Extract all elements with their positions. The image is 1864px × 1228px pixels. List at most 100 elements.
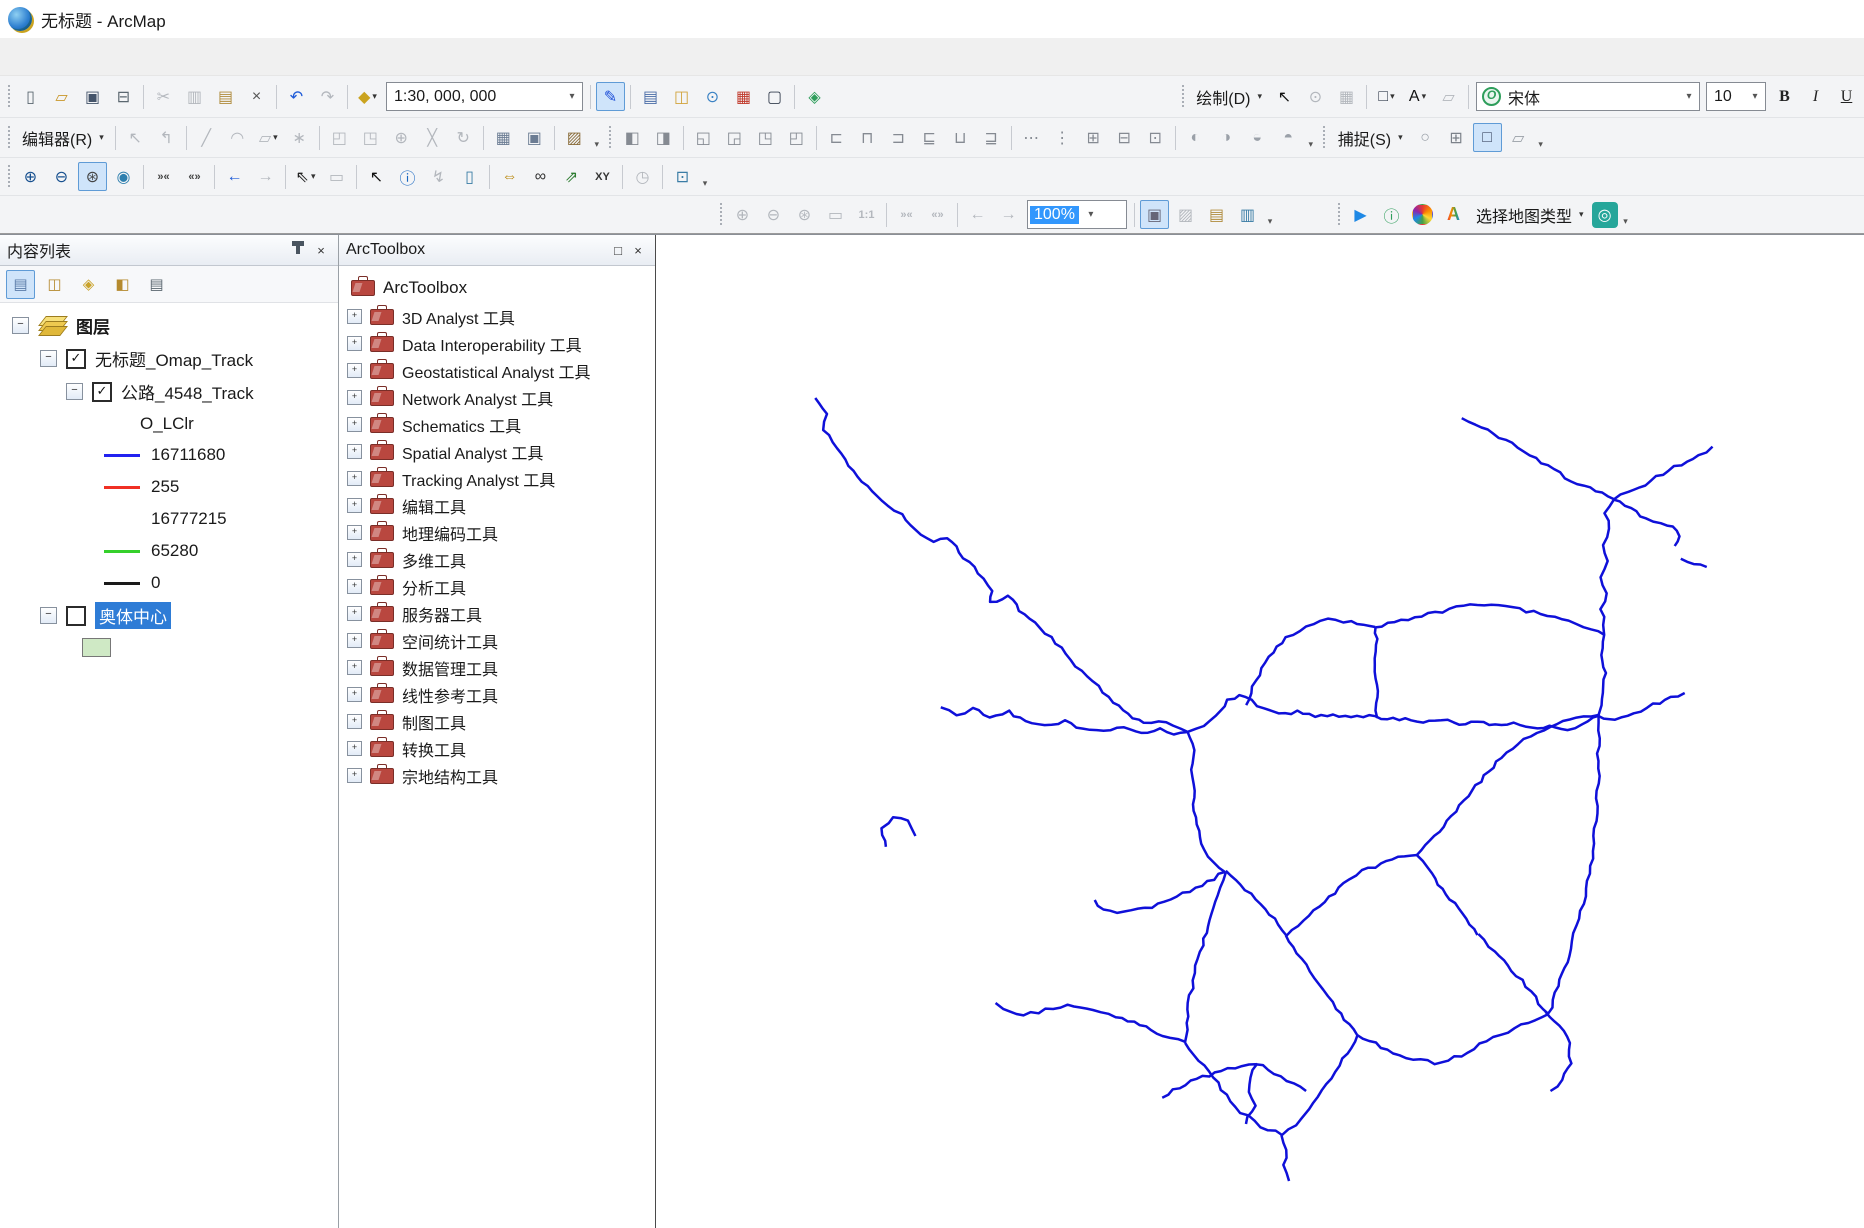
- align-right-button[interactable]: ⊐: [884, 123, 913, 152]
- arctoolbox-button[interactable]: ▦: [729, 82, 758, 111]
- toolbar-overflow-button[interactable]: ▾: [698, 163, 712, 191]
- rotate-element-tool[interactable]: ⊙: [1301, 82, 1330, 111]
- layers-root-item[interactable]: − 图层: [0, 309, 338, 342]
- add-data-button[interactable]: ◆▾: [353, 82, 382, 111]
- cut-button[interactable]: ✂: [149, 82, 178, 111]
- edit-tool-button[interactable]: ✎: [596, 82, 625, 111]
- zoom-100-button[interactable]: 1:1: [852, 200, 881, 229]
- track-layer-item[interactable]: − ✓ 公路_4548_Track: [0, 375, 338, 408]
- expand-expander-icon[interactable]: +: [347, 768, 362, 783]
- attributes-button[interactable]: ▦: [489, 123, 518, 152]
- create-features-button[interactable]: ▨: [560, 123, 589, 152]
- html-popup-tool[interactable]: ▯: [455, 162, 484, 191]
- delete-button[interactable]: ×: [242, 82, 271, 111]
- python-button[interactable]: ▢: [760, 82, 789, 111]
- snapping-menu[interactable]: 捕捉(S)▾: [1331, 124, 1410, 151]
- point-tool[interactable]: ∗: [285, 123, 314, 152]
- expand-expander-icon[interactable]: +: [347, 633, 362, 648]
- toolbox-schematics[interactable]: + Schematics 工具: [347, 411, 655, 438]
- pan-tool[interactable]: ⊛: [78, 162, 107, 191]
- reshape-feature-tool[interactable]: ◳: [356, 123, 385, 152]
- group-layer-label[interactable]: 无标题_Omap_Track: [95, 346, 253, 371]
- map-type-menu[interactable]: 选择地图类型▾: [1469, 201, 1591, 228]
- line-intersection-tool[interactable]: ╳: [418, 123, 447, 152]
- run-button[interactable]: ▶: [1346, 200, 1375, 229]
- make-same-width-button[interactable]: ⊟: [1110, 123, 1139, 152]
- graphics-tool[interactable]: ▦: [1332, 82, 1361, 111]
- list-by-source-button[interactable]: ◫: [40, 270, 69, 299]
- flip-vertically-button[interactable]: ◓: [1274, 123, 1303, 152]
- paste-button[interactable]: ▤: [211, 82, 240, 111]
- menu-edit[interactable]: [34, 50, 60, 64]
- vertex-tool[interactable]: ▱▾: [254, 123, 283, 152]
- expand-expander-icon[interactable]: +: [347, 336, 362, 351]
- menu-bookmarks[interactable]: [86, 50, 112, 64]
- bring-forward-button[interactable]: ◳: [751, 123, 780, 152]
- layout-zoom-out-button[interactable]: ⊖: [759, 200, 788, 229]
- legend-color-chip[interactable]: [104, 582, 140, 585]
- time-slider-button[interactable]: ◷: [628, 162, 657, 191]
- open-button[interactable]: ▱: [47, 82, 76, 111]
- undo-button[interactable]: ↶: [282, 82, 311, 111]
- toolbox-geostatistical-analyst[interactable]: + Geostatistical Analyst 工具: [347, 357, 655, 384]
- toolbox-linear-referencing[interactable]: + 线性参考工具: [347, 681, 655, 708]
- layout-fixed-zoom-out-button[interactable]: «»: [923, 200, 952, 229]
- expand-expander-icon[interactable]: +: [347, 471, 362, 486]
- font-size-combo[interactable]: 10▾: [1706, 82, 1766, 111]
- catalog-button[interactable]: ◫: [667, 82, 696, 111]
- go-to-xy-tool[interactable]: XY: [588, 162, 617, 191]
- toolbox-conversion[interactable]: + 转换工具: [347, 735, 655, 762]
- toggle-draft-mode-button[interactable]: ▨: [1171, 200, 1200, 229]
- toolbar-overflow-button[interactable]: ▾: [1534, 124, 1548, 152]
- legend-color-chip[interactable]: [104, 550, 140, 553]
- expand-expander-icon[interactable]: +: [347, 525, 362, 540]
- aoti-layer-item[interactable]: − 奥体中心: [0, 599, 338, 632]
- expand-expander-icon[interactable]: +: [347, 714, 362, 729]
- aoti-layer-label-selected[interactable]: 奥体中心: [95, 602, 171, 629]
- layer2-swatch[interactable]: [82, 638, 111, 657]
- measure-tool[interactable]: ⇔: [495, 162, 524, 191]
- expand-expander-icon[interactable]: +: [347, 687, 362, 702]
- full-extent-button[interactable]: ◉: [109, 162, 138, 191]
- find-route-tool[interactable]: ⇗: [557, 162, 586, 191]
- flip-horizontally-button[interactable]: ◒: [1243, 123, 1272, 152]
- legend-color-chip[interactable]: [104, 486, 140, 489]
- vertex-snapping-button[interactable]: □: [1473, 123, 1502, 152]
- edge-snapping-button[interactable]: ▱: [1504, 123, 1533, 152]
- toolbox-geocoding[interactable]: + 地理编码工具: [347, 519, 655, 546]
- marker-info-button[interactable]: ⓘ: [1377, 200, 1406, 229]
- expand-expander-icon[interactable]: +: [347, 444, 362, 459]
- expand-expander-icon[interactable]: +: [347, 309, 362, 324]
- color-wheel-button[interactable]: [1412, 204, 1433, 225]
- identify-tool[interactable]: ⓘ: [393, 162, 422, 191]
- expand-expander-icon[interactable]: +: [347, 363, 362, 378]
- focus-data-frame-button[interactable]: ▣: [1140, 200, 1169, 229]
- shape-tool[interactable]: □▾: [1372, 82, 1401, 111]
- zoom-in-tool[interactable]: ⊕: [16, 162, 45, 191]
- toolbar-overflow-button[interactable]: ▾: [1304, 124, 1318, 152]
- rainbow-a-button[interactable]: A: [1439, 200, 1468, 229]
- end-snapping-button[interactable]: ⊞: [1442, 123, 1471, 152]
- edit-arrow-tool[interactable]: ↖: [121, 123, 150, 152]
- menu-windows[interactable]: [216, 50, 242, 64]
- toolbox-spatial-statistics[interactable]: + 空间统计工具: [347, 627, 655, 654]
- chevron-down-icon[interactable]: ▾: [1081, 201, 1101, 228]
- rotate-left-button[interactable]: ◑: [1212, 123, 1241, 152]
- float-window-icon[interactable]: □: [608, 241, 628, 259]
- search-button[interactable]: ⊙: [698, 82, 727, 111]
- expand-expander-icon[interactable]: +: [347, 390, 362, 405]
- print-button[interactable]: ⊟: [109, 82, 138, 111]
- list-by-selection-button[interactable]: ◧: [108, 270, 137, 299]
- collapse-expander-icon[interactable]: −: [40, 607, 57, 624]
- toolbox-spatial-analyst[interactable]: + Spatial Analyst 工具: [347, 438, 655, 465]
- track-layer-label[interactable]: 公路_4548_Track: [121, 379, 254, 404]
- toolbox-data-management[interactable]: + 数据管理工具: [347, 654, 655, 681]
- clear-selection-button[interactable]: ▭: [322, 162, 351, 191]
- expand-expander-icon[interactable]: +: [347, 498, 362, 513]
- send-backward-button[interactable]: ◰: [782, 123, 811, 152]
- expand-expander-icon[interactable]: +: [347, 417, 362, 432]
- rotate-right-button[interactable]: ◐: [1181, 123, 1210, 152]
- menu-customize[interactable]: [190, 50, 216, 64]
- layout-forward-extent-button[interactable]: →: [994, 200, 1023, 229]
- font-combo[interactable]: O宋体▾: [1476, 82, 1700, 111]
